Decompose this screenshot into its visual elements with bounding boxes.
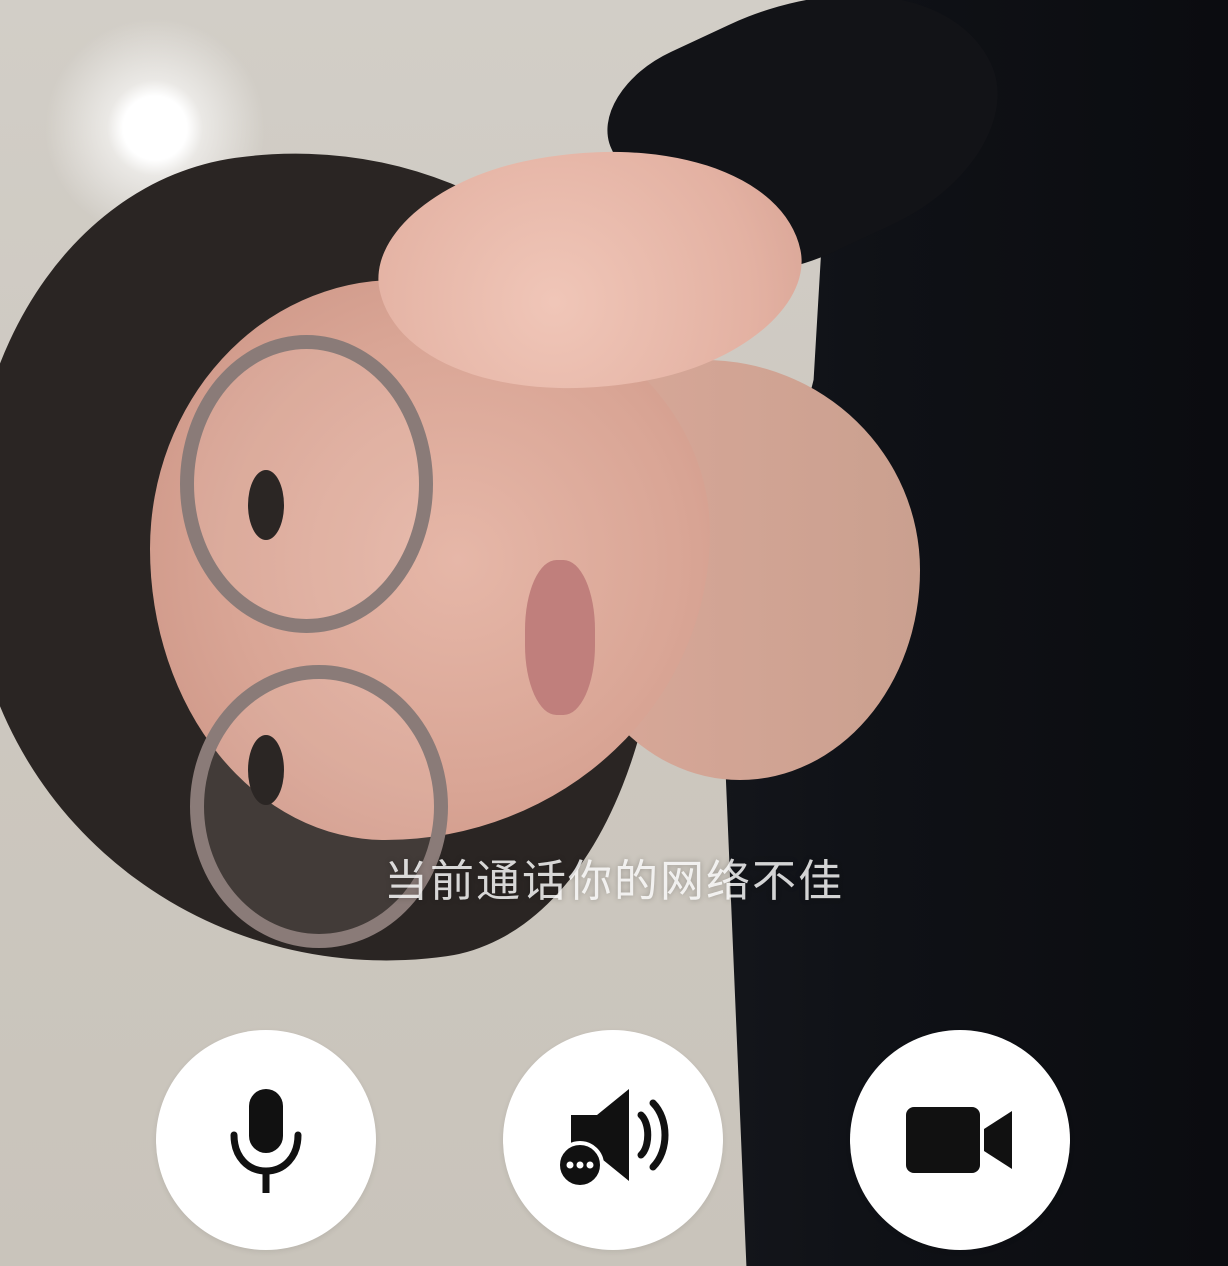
speaker-button[interactable] — [503, 1030, 723, 1250]
call-controls — [0, 1030, 1228, 1250]
microphone-icon — [230, 1089, 302, 1193]
network-warning-text: 当前通话你的网络不佳 — [384, 856, 844, 907]
speaker-more-icon — [556, 1089, 669, 1189]
video-camera-icon — [906, 1107, 1012, 1173]
video-glasses-lens — [180, 335, 433, 633]
video-call-screen: 当前通话你的网络不佳 — [0, 0, 1228, 1266]
camera-toggle-button[interactable] — [850, 1030, 1070, 1250]
video-eye — [248, 735, 284, 805]
video-eye — [248, 470, 284, 540]
mute-microphone-button[interactable] — [156, 1030, 376, 1250]
video-lips — [525, 560, 595, 715]
